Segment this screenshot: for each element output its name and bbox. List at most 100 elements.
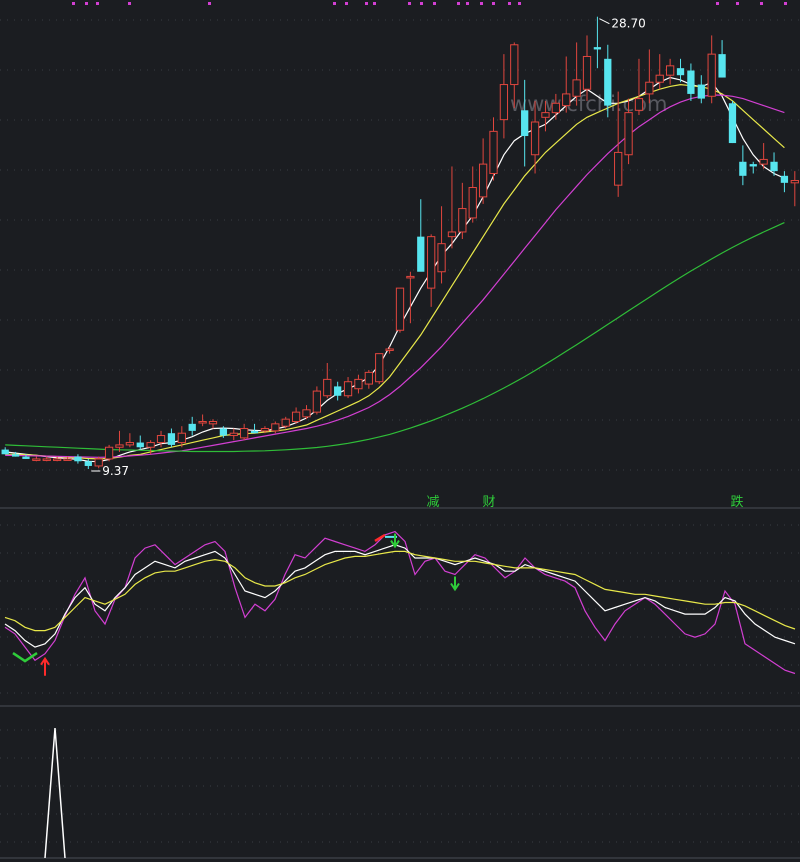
candle-body-up xyxy=(229,432,238,437)
candle-body-down xyxy=(84,461,92,466)
candle-body-up xyxy=(551,102,560,114)
candle-body-up xyxy=(468,187,477,219)
top-event-dot xyxy=(716,2,719,5)
candle-body-up xyxy=(42,458,51,461)
candle-body-up xyxy=(198,421,207,424)
candle-body-up xyxy=(385,348,394,351)
top-event-dot xyxy=(333,2,336,5)
ma-line-ma20 xyxy=(5,94,785,458)
candle-body-up xyxy=(572,79,581,97)
candle-body-down xyxy=(334,386,342,396)
candle-body-up xyxy=(375,353,384,383)
signal-label: 减 xyxy=(426,495,439,510)
low-price-label: 9.37 xyxy=(102,464,129,478)
candle-body-up xyxy=(510,44,519,86)
top-event-dot xyxy=(345,2,348,5)
candle-body-up xyxy=(759,158,768,165)
candle-body-up xyxy=(312,390,322,413)
candle-body-up xyxy=(271,423,280,432)
stock-chart: www.cfchi.com 28.70 9.37 减 财 跌 xyxy=(0,2,800,859)
candle-body-up xyxy=(177,432,186,444)
candle-body-up xyxy=(281,418,290,427)
top-event-dot xyxy=(373,2,376,5)
ma-line-ma5 xyxy=(5,76,785,463)
candle-body-up xyxy=(94,458,103,467)
candle-body-up xyxy=(655,74,664,83)
candle-body-up xyxy=(665,65,675,76)
candle-body-up xyxy=(63,458,72,461)
candle-body-down xyxy=(219,428,228,436)
candle-body-down xyxy=(250,430,259,434)
candle-body-up xyxy=(115,444,124,448)
top-event-dot xyxy=(736,2,739,5)
candle-body-up xyxy=(364,371,373,385)
top-event-dot xyxy=(72,2,75,5)
candle-body-up xyxy=(437,243,446,273)
candle-body-up xyxy=(343,381,353,397)
candle-body-up xyxy=(156,435,166,444)
top-event-dot xyxy=(508,2,511,5)
osc-line-osc_slow xyxy=(4,550,796,632)
top-event-dot xyxy=(208,2,211,5)
top-event-dot xyxy=(85,2,88,5)
candle-body-up xyxy=(146,442,155,448)
candle-body-up xyxy=(125,442,135,446)
sell-arrow-icon xyxy=(450,576,460,592)
signal-label: 跌 xyxy=(730,494,743,510)
candle-body-up xyxy=(395,287,405,331)
candle-body-down xyxy=(604,58,612,106)
candle-body-up xyxy=(458,208,467,233)
candle-body-down xyxy=(718,54,726,78)
top-event-dot xyxy=(420,2,423,5)
watermark-text: www.cfchi.com xyxy=(510,92,667,116)
top-event-dot xyxy=(433,2,436,5)
candle-body-down xyxy=(593,47,602,50)
ma-line-ma10 xyxy=(5,83,785,460)
candle-body-up xyxy=(447,231,457,238)
candle-body-up xyxy=(645,81,654,95)
candle-body-up xyxy=(634,98,644,111)
candle-body-up xyxy=(240,428,249,439)
candle-body-up xyxy=(323,378,332,397)
high-marker-arrow xyxy=(599,18,610,25)
top-event-dot xyxy=(128,2,131,5)
top-event-dot xyxy=(492,2,495,5)
top-event-dot xyxy=(466,2,469,5)
candle-body-up xyxy=(291,411,301,423)
candle-body-up xyxy=(32,458,41,461)
candle-body-down xyxy=(11,454,20,457)
candle-body-down xyxy=(136,442,144,448)
candle-body-down xyxy=(739,161,747,176)
candle-body-down xyxy=(770,161,778,172)
candle-body-down xyxy=(22,456,30,459)
top-event-dot xyxy=(784,2,787,5)
candle-body-down xyxy=(1,449,9,455)
top-event-dot xyxy=(518,2,521,5)
candle-body-up xyxy=(562,93,571,107)
candle-body-up xyxy=(354,378,363,390)
candle-body-down xyxy=(728,103,737,144)
spike-line xyxy=(44,727,66,859)
high-price-label: 28.70 xyxy=(611,17,645,31)
candle-body-up xyxy=(427,236,436,289)
candle-body-up xyxy=(614,151,623,186)
candle-body-up xyxy=(530,121,540,156)
top-event-dot xyxy=(480,2,483,5)
top-event-dot xyxy=(760,2,763,5)
bottom-signal-mark xyxy=(12,652,38,663)
osc-line-osc_mid xyxy=(4,544,796,648)
top-event-dot xyxy=(96,2,99,5)
candle-body-up xyxy=(541,112,550,118)
sell-arrow-icon xyxy=(390,533,400,549)
candle-body-down xyxy=(74,456,82,462)
top-event-dot xyxy=(457,2,460,5)
candle-body-up xyxy=(499,84,509,121)
candle-body-down xyxy=(167,433,176,445)
candle-body-down xyxy=(676,68,685,76)
candle-body-up xyxy=(208,421,218,425)
top-event-dot xyxy=(365,2,368,5)
candle-body-down xyxy=(417,236,425,272)
candle-body-up xyxy=(302,409,311,418)
buy-arrow-icon xyxy=(40,656,50,676)
candle-body-up xyxy=(104,446,114,460)
